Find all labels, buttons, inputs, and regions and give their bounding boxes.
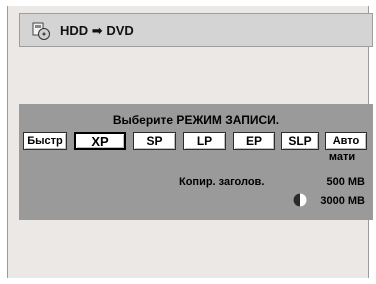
tv-screen: HDD ➡ DVD Выберите РЕЖИМ ЗАПИСИ. Быстр X… <box>7 6 373 278</box>
mode-button-auto-line2: мати <box>328 151 356 163</box>
mode-button-ep[interactable]: EP <box>233 132 275 150</box>
target-label: DVD <box>106 23 134 38</box>
arrow-icon: ➡ <box>91 23 103 38</box>
mode-button-xp[interactable]: XP <box>74 132 126 150</box>
copy-title-label: Копир. заголов. <box>179 176 265 188</box>
mode-button-lp[interactable]: LP <box>183 132 226 150</box>
mode-button-sp[interactable]: SP <box>133 132 176 150</box>
mode-button-quick[interactable]: Быстр <box>23 132 67 150</box>
disc-size-value: 3000 MB <box>320 195 365 207</box>
title-text: HDD ➡ DVD <box>60 23 134 39</box>
mode-button-auto[interactable]: Авто <box>325 132 367 150</box>
record-mode-panel: Выберите РЕЖИМ ЗАПИСИ. Быстр XP SP LP EP… <box>19 104 373 220</box>
title-bar: HDD ➡ DVD <box>19 13 373 47</box>
record-mode-prompt: Выберите РЕЖИМ ЗАПИСИ. <box>112 113 280 127</box>
copy-hdd-to-dvd-icon <box>32 22 50 40</box>
title-size-value: 500 MB <box>326 176 365 188</box>
disc-free-space-icon <box>293 193 307 207</box>
source-label: HDD <box>60 23 89 38</box>
mode-button-slp[interactable]: SLP <box>281 132 319 150</box>
